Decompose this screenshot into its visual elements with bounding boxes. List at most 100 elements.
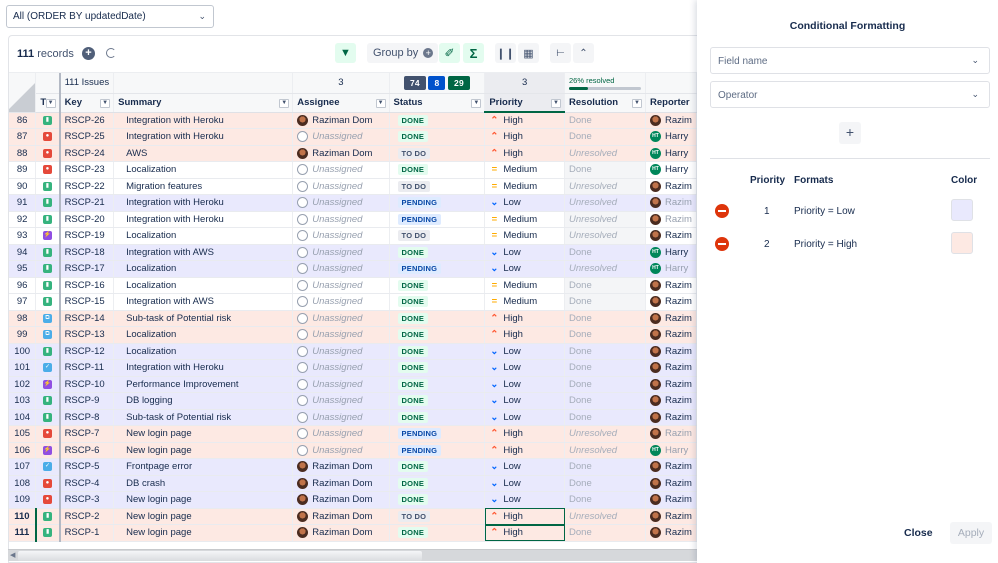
issue-summary[interactable]: Localization xyxy=(113,277,294,294)
conditional-formatting-button[interactable]: ✐ xyxy=(439,43,460,63)
issue-status[interactable]: DONE xyxy=(389,161,486,179)
row-number[interactable]: 89 xyxy=(9,161,37,179)
table-row[interactable]: 111 ▮ RSCP-1 New login page Raziman Dom DONE ⌃… xyxy=(9,524,697,542)
remove-rule-icon[interactable] xyxy=(715,204,729,218)
issue-summary[interactable]: DB logging xyxy=(113,392,294,410)
table-row[interactable]: 86 ▮ RSCP-26 Integration with Heroku Raziman… xyxy=(9,112,697,129)
row-number[interactable]: 101 xyxy=(9,359,37,377)
table-row[interactable]: 102 ⚡ RSCP-10 Performance Improvement Unassi… xyxy=(9,376,697,393)
issue-priority[interactable]: ⌄ Low xyxy=(484,194,566,212)
issue-reporter[interactable]: HT Harry xyxy=(645,145,697,162)
issue-priority[interactable]: ⌃ High xyxy=(484,128,566,146)
issue-reporter[interactable]: Razim xyxy=(645,326,697,344)
issue-assignee[interactable]: Raziman Dom xyxy=(292,145,390,162)
chevron-down-icon[interactable]: ▼ xyxy=(375,98,386,108)
table-row[interactable]: 93 ⚡ RSCP-19 Localization Unassigned TO DO = Me… xyxy=(9,227,697,245)
table-row[interactable]: 100 ▮ RSCP-12 Localization Unassigned DONE ⌄ Lo… xyxy=(9,343,697,360)
issue-summary[interactable]: Integration with Heroku xyxy=(113,359,294,377)
issue-reporter[interactable]: Razim xyxy=(645,343,697,360)
chevron-down-icon[interactable]: ▼ xyxy=(471,98,482,108)
row-number[interactable]: 102 xyxy=(9,376,37,393)
rule-color-swatch[interactable] xyxy=(951,199,973,221)
issue-assignee[interactable]: Unassigned xyxy=(292,343,390,360)
issue-resolution[interactable]: Unresolved xyxy=(564,194,647,212)
row-number[interactable]: 92 xyxy=(9,211,37,228)
issue-assignee[interactable]: Unassigned xyxy=(292,376,390,393)
issue-reporter[interactable]: Razim xyxy=(645,491,697,509)
issue-reporter[interactable]: Razim xyxy=(645,409,697,426)
row-number[interactable]: 103 xyxy=(9,392,37,410)
issue-priority[interactable]: ⌃ High xyxy=(484,442,566,459)
issue-reporter[interactable]: Razim xyxy=(645,458,697,476)
issue-priority[interactable]: ⌃ High xyxy=(484,310,566,327)
table-row[interactable]: 107 ✓ RSCP-5 Frontpage error Raziman Dom DONE… xyxy=(9,458,697,476)
issue-key[interactable]: RSCP-8 xyxy=(58,409,115,426)
horizontal-scrollbar[interactable]: ◀ xyxy=(8,549,697,561)
remove-rule-icon[interactable] xyxy=(715,237,729,251)
issue-reporter[interactable]: Razim xyxy=(645,475,697,492)
issue-summary[interactable]: Migration features xyxy=(113,178,294,195)
issue-status[interactable]: TO DO xyxy=(389,178,486,195)
chevron-down-icon[interactable]: ▼ xyxy=(100,98,111,108)
issue-key[interactable]: RSCP-2 xyxy=(58,508,115,525)
issue-reporter[interactable]: Razim xyxy=(645,392,697,410)
column-header-summary[interactable]: Summary ▼ xyxy=(113,93,294,113)
close-button[interactable]: Close xyxy=(904,527,933,539)
issue-status[interactable]: DONE xyxy=(389,326,486,344)
issue-resolution[interactable]: Done xyxy=(564,392,647,410)
issue-resolution[interactable]: Done xyxy=(564,277,647,294)
issue-status[interactable]: TO DO xyxy=(389,145,486,162)
issue-key[interactable]: RSCP-10 xyxy=(58,376,115,393)
issue-priority[interactable]: ⌄ Low xyxy=(484,359,566,377)
rule-color-swatch[interactable] xyxy=(951,232,973,254)
issue-assignee[interactable]: Unassigned xyxy=(292,310,390,327)
issue-summary[interactable]: DB crash xyxy=(113,475,294,492)
issue-summary[interactable]: Localization xyxy=(113,161,294,179)
issue-reporter[interactable]: HT Harry xyxy=(645,128,697,146)
table-row[interactable]: 97 ▮ RSCP-15 Integration with AWS Unassigned… xyxy=(9,293,697,311)
issue-status[interactable]: DONE xyxy=(389,359,486,377)
issue-reporter[interactable]: Razim xyxy=(645,194,697,212)
issue-key[interactable]: RSCP-25 xyxy=(58,128,115,146)
issue-resolution[interactable]: Done xyxy=(564,293,647,311)
table-row[interactable]: 106 ⚡ RSCP-6 New login page Unassigned PENDIN… xyxy=(9,442,697,459)
issue-key[interactable]: RSCP-4 xyxy=(58,475,115,492)
scrollbar-thumb[interactable] xyxy=(18,551,422,561)
issue-resolution[interactable]: Unresolved xyxy=(564,227,647,245)
issue-status[interactable]: DONE xyxy=(389,343,486,360)
issue-status[interactable]: DONE xyxy=(389,491,486,509)
issue-reporter[interactable]: HT Harry xyxy=(645,244,697,261)
issue-status[interactable]: DONE xyxy=(389,112,486,129)
issue-summary[interactable]: Localization xyxy=(113,227,294,245)
issue-reporter[interactable]: Razim xyxy=(645,277,697,294)
table-row[interactable]: 87 ● RSCP-25 Integration with Heroku Unassig… xyxy=(9,128,697,146)
issue-summary[interactable]: AWS xyxy=(113,145,294,162)
issue-status[interactable]: PENDING xyxy=(389,194,486,212)
issue-status[interactable]: PENDING xyxy=(389,211,486,228)
issue-priority[interactable]: = Medium xyxy=(484,178,566,195)
issue-status[interactable]: DONE xyxy=(389,524,486,542)
row-number[interactable]: 108 xyxy=(9,475,37,492)
issue-priority[interactable]: ⌄ Low xyxy=(484,244,566,261)
table-row[interactable]: 95 ▮ RSCP-17 Localization Unassigned PENDING ⌄… xyxy=(9,260,697,278)
issue-key[interactable]: RSCP-13 xyxy=(58,326,115,344)
issue-status[interactable]: DONE xyxy=(389,244,486,261)
table-row[interactable]: 104 ▮ RSCP-8 Sub-task of Potential risk Unas… xyxy=(9,409,697,426)
row-number[interactable]: 91 xyxy=(9,194,37,212)
issue-key[interactable]: RSCP-3 xyxy=(58,491,115,509)
issue-key[interactable]: RSCP-21 xyxy=(58,194,115,212)
issue-summary[interactable]: New login page xyxy=(113,442,294,459)
issue-assignee[interactable]: Unassigned xyxy=(292,178,390,195)
issue-resolution[interactable]: Done xyxy=(564,343,647,360)
issue-resolution[interactable]: Done xyxy=(564,161,647,179)
issue-reporter[interactable]: Razim xyxy=(645,178,697,195)
row-number[interactable]: 110 xyxy=(9,508,37,525)
issue-assignee[interactable]: Unassigned xyxy=(292,326,390,344)
issue-assignee[interactable]: Unassigned xyxy=(292,392,390,410)
row-number[interactable]: 109 xyxy=(9,491,37,509)
issue-key[interactable]: RSCP-7 xyxy=(58,425,115,443)
issue-reporter[interactable]: Razim xyxy=(645,227,697,245)
issue-reporter[interactable]: Razim xyxy=(645,211,697,228)
issue-reporter[interactable]: Razim xyxy=(645,425,697,443)
column-header-resolution[interactable]: Resolution ▼ xyxy=(564,93,647,113)
